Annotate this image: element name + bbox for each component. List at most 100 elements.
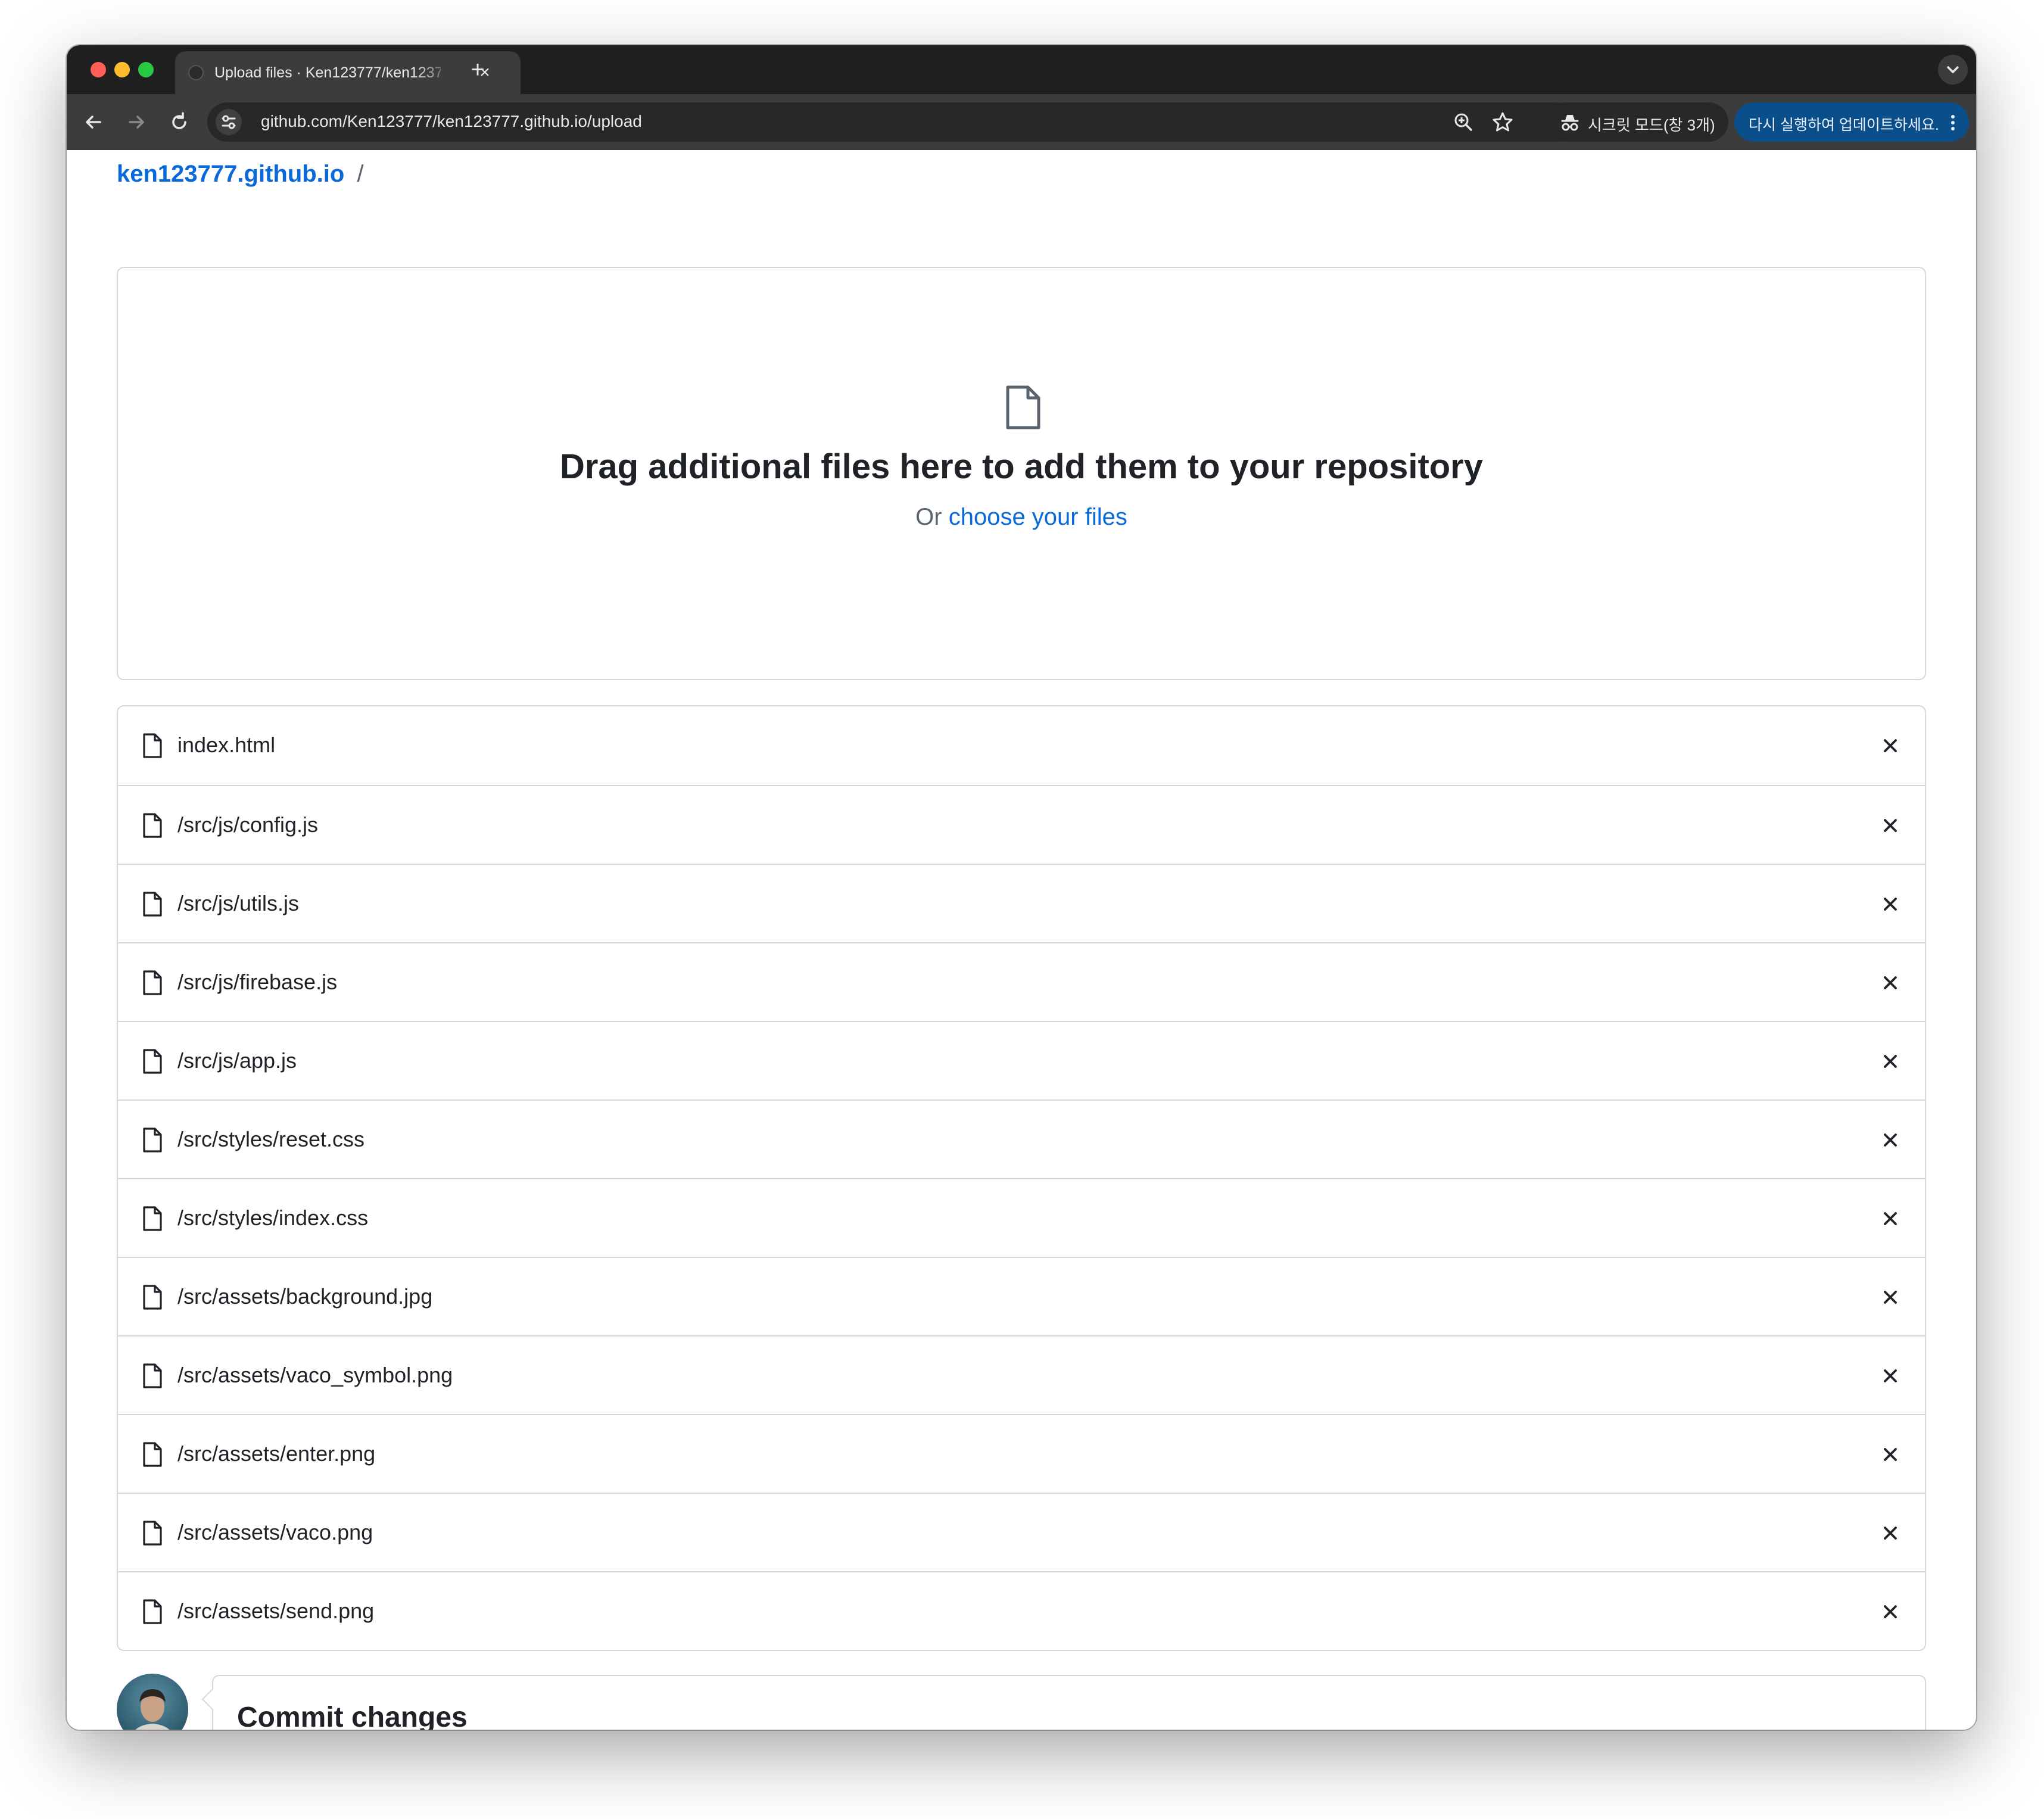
back-button[interactable]: [79, 107, 108, 137]
reload-button[interactable]: [164, 107, 194, 137]
arrow-right-icon: [129, 116, 144, 129]
dropzone-title: Drag additional files here to add them t…: [559, 447, 1484, 486]
remove-file-button[interactable]: [1878, 1049, 1902, 1073]
file-icon: [143, 1206, 162, 1231]
breadcrumb-separator: /: [357, 161, 364, 187]
chevron-down-icon: [1947, 66, 1959, 73]
close-icon: [1884, 739, 1897, 752]
file-name: /src/assets/vaco_symbol.png: [177, 1363, 453, 1387]
remove-file-button[interactable]: [1878, 1207, 1902, 1231]
dropzone-subtitle: Or choose your files: [118, 504, 1925, 531]
dropzone-prefix: Or: [915, 504, 942, 530]
browser-window: Upload files · Ken123777/ken123777.githu…: [67, 45, 1976, 1730]
close-icon: [1884, 1527, 1897, 1540]
tune-icon: [222, 115, 236, 129]
file-row: /src/assets/send.png: [118, 1571, 1925, 1650]
close-icon: [1884, 1133, 1897, 1147]
file-name: /src/styles/index.css: [177, 1206, 369, 1230]
close-icon: [1884, 898, 1897, 911]
address-bar[interactable]: github.com/Ken123777/ken123777.github.io…: [207, 102, 1577, 142]
incognito-indicator[interactable]: 시크릿 모드(창 3개): [1546, 102, 1728, 142]
file-row: /src/styles/index.css: [118, 1178, 1925, 1257]
file-icon: [143, 1442, 162, 1467]
uploaded-file-list: index.html/src/js/config.js/src/js/utils…: [117, 705, 1926, 1651]
file-name: /src/js/firebase.js: [177, 970, 338, 994]
browser-toolbar: github.com/Ken123777/ken123777.github.io…: [67, 94, 1976, 150]
file-name: /src/js/config.js: [177, 812, 319, 837]
file-row: /src/assets/vaco_symbol.png: [118, 1335, 1925, 1414]
breadcrumb: ken123777.github.io /: [117, 161, 364, 192]
choose-files-link[interactable]: choose your files: [949, 504, 1127, 530]
file-icon: [143, 1285, 162, 1310]
github-favicon-icon: [188, 65, 204, 80]
update-button[interactable]: 다시 실행하여 업데이트하세요.: [1734, 102, 1969, 142]
file-icon: [143, 1127, 162, 1153]
commit-panel: Commit changes: [201, 1675, 1926, 1730]
file-name: /src/assets/send.png: [177, 1599, 375, 1623]
minimize-window-button[interactable]: [114, 62, 130, 77]
bookmark-star-icon[interactable]: [1491, 111, 1514, 133]
avatar: [117, 1674, 188, 1730]
file-icon: [143, 1363, 162, 1388]
tab-search-button[interactable]: [1938, 55, 1968, 85]
remove-file-button[interactable]: [1878, 892, 1902, 916]
file-icon: [143, 813, 162, 838]
remove-file-button[interactable]: [1878, 971, 1902, 995]
update-label: 다시 실행하여 업데이트하세요.: [1749, 117, 1939, 133]
arrow-left-icon: [86, 116, 101, 129]
repo-link[interactable]: ken123777.github.io: [117, 161, 344, 187]
file-name: /src/assets/vaco.png: [177, 1520, 373, 1544]
tab-strip: Upload files · Ken123777/ken123777.githu…: [67, 45, 1976, 94]
tab-title: Upload files · Ken123777/ken123777.githu…: [214, 64, 441, 81]
file-row: index.html: [118, 706, 1925, 785]
new-tab-button[interactable]: +: [462, 55, 493, 86]
file-dropzone[interactable]: Drag additional files here to add them t…: [117, 267, 1926, 680]
file-row: /src/js/app.js: [118, 1021, 1925, 1100]
site-info-button[interactable]: [216, 109, 242, 135]
remove-file-button[interactable]: [1878, 1364, 1902, 1388]
file-icon: [1006, 385, 1040, 429]
file-icon: [143, 1049, 162, 1074]
close-icon: [1884, 1291, 1897, 1304]
file-name: /src/assets/enter.png: [177, 1441, 376, 1466]
reload-icon: [172, 112, 186, 129]
file-icon: [143, 892, 162, 917]
remove-file-button[interactable]: [1878, 1521, 1902, 1545]
file-icon: [143, 1599, 162, 1624]
file-row: /src/assets/vaco.png: [118, 1493, 1925, 1571]
file-row: /src/styles/reset.css: [118, 1100, 1925, 1178]
file-name: /src/js/app.js: [177, 1048, 297, 1073]
close-icon: [1884, 1605, 1897, 1618]
close-icon: [1884, 1212, 1897, 1225]
close-icon: [1884, 819, 1897, 832]
commit-title: Commit changes: [237, 1702, 468, 1730]
file-row: /src/js/config.js: [118, 785, 1925, 864]
zoom-icon[interactable]: [1452, 111, 1475, 133]
file-row: /src/js/utils.js: [118, 864, 1925, 942]
remove-file-button[interactable]: [1878, 1128, 1902, 1152]
remove-file-button[interactable]: [1878, 1285, 1902, 1309]
more-menu-icon[interactable]: [1943, 112, 1963, 133]
file-icon: [143, 970, 162, 995]
file-name: /src/styles/reset.css: [177, 1127, 365, 1151]
maximize-window-button[interactable]: [138, 62, 154, 77]
file-name: /src/assets/background.jpg: [177, 1284, 433, 1309]
close-icon: [1884, 1448, 1897, 1461]
file-icon: [143, 733, 162, 758]
file-icon: [143, 1521, 162, 1546]
file-row: /src/js/firebase.js: [118, 942, 1925, 1021]
forward-button[interactable]: [121, 107, 151, 137]
remove-file-button[interactable]: [1878, 1443, 1902, 1466]
incognito-label: 시크릿 모드(창 3개): [1588, 116, 1715, 134]
url-text: github.com/Ken123777/ken123777.github.io…: [261, 112, 642, 130]
close-icon: [1884, 1369, 1897, 1382]
close-icon: [1884, 1055, 1897, 1068]
close-window-button[interactable]: [91, 62, 106, 77]
remove-file-button[interactable]: [1878, 814, 1902, 837]
close-icon: [1884, 976, 1897, 989]
file-name: index.html: [177, 733, 276, 757]
file-name: /src/js/utils.js: [177, 891, 300, 915]
remove-file-button[interactable]: [1878, 734, 1902, 758]
remove-file-button[interactable]: [1878, 1600, 1902, 1624]
page-content: ken123777.github.io / Drag additional fi…: [67, 150, 1976, 1730]
